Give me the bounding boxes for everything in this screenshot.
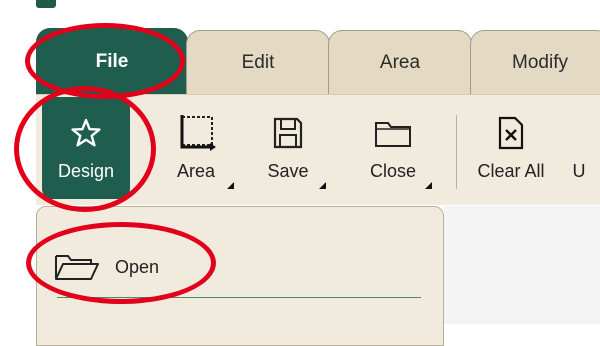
open-menu-item[interactable]: Open	[53, 245, 253, 289]
tab-modify-label: Modify	[512, 51, 568, 73]
truncated-button-label: U	[572, 161, 586, 181]
close-dropdown-arrow-icon[interactable]	[425, 182, 432, 189]
area-button[interactable]: Area	[156, 97, 236, 199]
save-dropdown-arrow-icon[interactable]	[319, 182, 326, 189]
tab-edit-label: Edit	[241, 51, 275, 73]
application-window: File Edit Area Modify Design Area Save C…	[0, 0, 600, 346]
star-outline-icon	[70, 111, 102, 155]
open-menu-item-label: Open	[115, 256, 160, 277]
workspace-area	[444, 206, 600, 324]
area-dropdown-arrow-icon[interactable]	[227, 182, 234, 189]
clear-all-button-label: Clear All	[477, 161, 545, 181]
tab-modify[interactable]: Modify	[470, 30, 600, 94]
ribbon-toolbar: Design Area Save Close Clear All U	[36, 94, 600, 205]
close-button-label: Close	[369, 161, 417, 181]
area-button-label: Area	[176, 161, 216, 181]
tab-file[interactable]: File	[36, 28, 188, 94]
save-button-label: Save	[267, 161, 309, 181]
floppy-disk-icon	[272, 111, 304, 155]
close-button[interactable]: Close	[352, 97, 434, 199]
design-button-label: Design	[57, 161, 115, 181]
app-logo-icon	[36, 0, 56, 8]
tab-edit[interactable]: Edit	[186, 30, 330, 94]
save-button[interactable]: Save	[248, 97, 328, 199]
clear-document-icon	[497, 111, 525, 155]
ribbon-tab-bar: File Edit Area Modify	[36, 20, 600, 94]
tab-file-label: File	[95, 50, 129, 72]
window-edge	[0, 0, 36, 324]
truncated-ribbon-button[interactable]: U	[564, 97, 594, 199]
design-button[interactable]: Design	[42, 97, 130, 199]
folder-icon	[374, 111, 412, 155]
clear-all-button[interactable]: Clear All	[466, 97, 556, 199]
ribbon-separator	[456, 115, 457, 189]
area-select-icon	[174, 111, 218, 155]
tab-area[interactable]: Area	[328, 30, 472, 94]
file-menu-panel: Open	[36, 206, 444, 346]
tab-area-label: Area	[379, 51, 421, 73]
menu-divider	[57, 297, 421, 298]
folder-open-icon	[53, 252, 101, 282]
